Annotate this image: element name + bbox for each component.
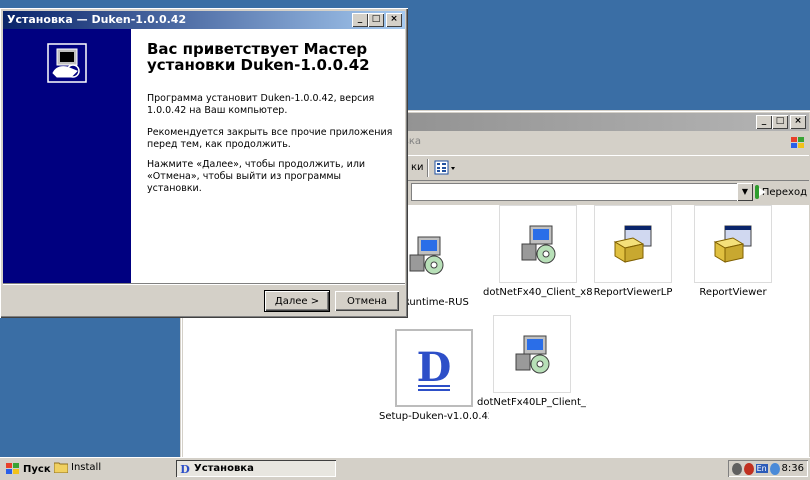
clock[interactable]: 8:36 xyxy=(782,463,804,474)
installer-dialog[interactable]: Установка — Duken-1.0.0.42 _ □ × Вас при… xyxy=(0,8,408,318)
setup-box-icon xyxy=(594,205,672,283)
address-input[interactable] xyxy=(411,183,737,201)
cancel-button[interactable]: Отмена xyxy=(335,291,399,311)
toolbar-folders-label[interactable]: ки xyxy=(411,162,424,173)
wizard-content-panel: Вас приветствует Мастер установки Duken-… xyxy=(131,29,405,283)
update-icon[interactable] xyxy=(769,462,780,475)
file-item[interactable]: dotNetFx40_Client_x8... xyxy=(483,205,593,298)
next-button[interactable]: Далее > xyxy=(264,290,330,312)
maximize-button[interactable]: □ xyxy=(368,13,384,27)
wizard-text-install: Программа установит Duken-1.0.0.42, верс… xyxy=(147,93,375,116)
minimize-button[interactable]: _ xyxy=(756,115,772,129)
wizard-text-close-apps: Рекомендуется закрыть все прочие приложе… xyxy=(147,127,393,150)
setup-computer-icon xyxy=(47,43,87,83)
file-name: ReportViewerLP xyxy=(593,287,673,298)
go-label: Переход xyxy=(761,186,807,198)
taskbar-button-label: Установка xyxy=(194,463,254,474)
installer-package-icon xyxy=(499,205,577,283)
go-arrow-icon xyxy=(755,185,766,199)
svg-text:D: D xyxy=(417,344,452,391)
quick-launch-label: Install xyxy=(71,461,102,473)
svg-text:D: D xyxy=(180,463,190,475)
windows-flag-icon xyxy=(6,463,19,474)
taskbar: Пуск Install D Установка En 8:36 xyxy=(0,457,810,480)
setup-box-icon xyxy=(694,205,772,283)
system-tray: En 8:36 xyxy=(728,460,808,477)
views-icon xyxy=(434,160,455,175)
go-button[interactable]: Переход xyxy=(755,183,807,201)
security-icon[interactable] xyxy=(743,462,754,475)
file-name: dotNetFx40_Client_x8... xyxy=(483,287,593,298)
language-indicator[interactable]: En xyxy=(755,464,768,473)
windows-logo-icon xyxy=(791,137,804,148)
taskbar-button-installer[interactable]: D Установка xyxy=(176,460,336,477)
file-item[interactable]: ReportViewer xyxy=(678,205,788,298)
duken-d-icon: D xyxy=(180,463,190,475)
views-button[interactable] xyxy=(433,159,459,177)
wizard-sidebar xyxy=(3,29,131,283)
close-button[interactable]: × xyxy=(386,13,402,27)
installer-package-icon xyxy=(493,315,571,393)
duken-d-icon: D xyxy=(395,329,473,407)
close-button[interactable]: × xyxy=(790,115,806,129)
file-item[interactable]: dotNetFx40LP_Client_... xyxy=(477,315,587,408)
dialog-title: Установка — Duken-1.0.0.42 xyxy=(7,13,187,26)
file-name: ReportViewer xyxy=(699,287,767,298)
file-item-selected[interactable]: D Setup-Duken-v1.0.0.42 xyxy=(379,329,489,422)
wizard-text-instructions: Нажмите «Далее», чтобы продолжить, или «… xyxy=(147,159,366,194)
folder-icon xyxy=(54,462,68,473)
wizard-heading: Вас приветствует Мастер установки Duken-… xyxy=(147,40,370,74)
minimize-button[interactable]: _ xyxy=(352,13,368,27)
start-label: Пуск xyxy=(23,463,51,475)
quick-launch-install[interactable]: Install xyxy=(54,461,101,473)
network-icon[interactable] xyxy=(732,462,742,475)
file-item[interactable]: ReportViewerLP xyxy=(578,205,688,298)
toolbar-separator xyxy=(427,159,428,177)
maximize-button[interactable]: □ xyxy=(772,115,788,129)
start-button[interactable]: Пуск xyxy=(2,460,55,478)
dialog-titlebar[interactable]: Установка — Duken-1.0.0.42 _ □ × xyxy=(3,11,405,29)
address-dropdown-button[interactable]: ▼ xyxy=(737,183,753,201)
file-name: Setup-Duken-v1.0.0.42 xyxy=(379,411,489,422)
file-name: dotNetFx40LP_Client_... xyxy=(477,397,587,408)
button-divider xyxy=(3,283,405,285)
